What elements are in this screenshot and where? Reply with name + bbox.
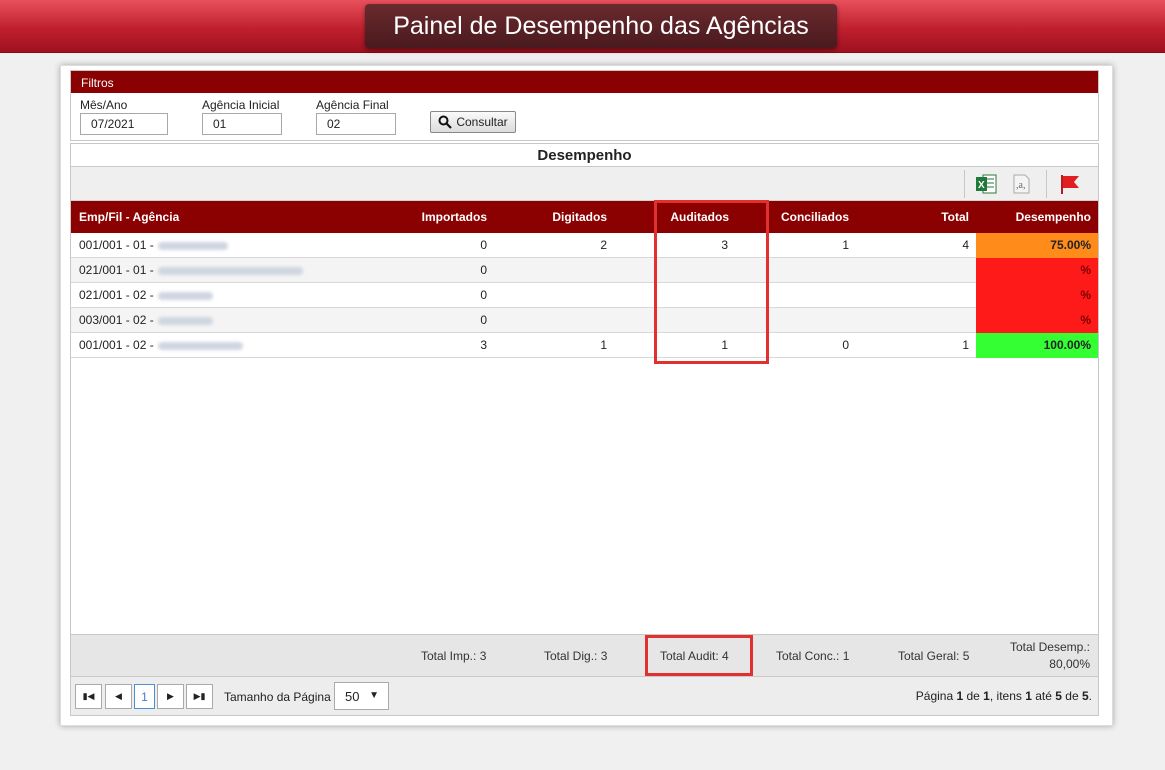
next-page-icon[interactable]: ▶ [157, 684, 184, 709]
mes-ano-input[interactable] [80, 113, 168, 135]
cell-total [901, 283, 969, 308]
cell-conciliados [761, 308, 849, 333]
agencia-final-input[interactable] [316, 113, 396, 135]
table-row[interactable]: 001/001 - 01 - 0 2 3 1 4 75.00% [71, 233, 1098, 258]
cell-total: 1 [962, 338, 969, 352]
main-panel: Filtros Mês/Ano Agência Inicial Agência … [60, 65, 1113, 726]
svg-text:,a,: ,a, [1016, 180, 1025, 191]
redacted-text [157, 291, 213, 300]
totals-row: Total Imp.: 3 Total Dig.: 3 Total Audit:… [71, 634, 1098, 676]
first-page-icon[interactable]: ▮◀ [75, 684, 102, 709]
total-desempenho-value: 80,00% [1049, 657, 1090, 671]
auditados-highlight-box [654, 200, 769, 364]
cell-conciliados: 0 [842, 338, 849, 352]
table-row[interactable]: 021/001 - 01 - 0 % [71, 258, 1098, 283]
page-size-label: Tamanho da Página [224, 690, 331, 704]
cell-agencia: 003/001 - 02 - [79, 308, 213, 333]
cell-importados: 0 [480, 238, 487, 252]
cell-importados: 0 [480, 263, 487, 277]
cell-desempenho: % [976, 258, 1098, 283]
redacted-text [157, 266, 303, 275]
redacted-text [157, 316, 213, 325]
col-desempenho-header[interactable]: Desempenho [976, 201, 1091, 233]
agencia-final-label: Agência Final [316, 98, 389, 112]
cell-agencia: 001/001 - 01 - [79, 233, 228, 258]
cell-total [901, 258, 969, 283]
cell-digitados [531, 308, 607, 333]
cell-digitados: 2 [600, 238, 607, 252]
cell-importados: 0 [480, 313, 487, 327]
redacted-text [157, 341, 243, 350]
cell-desempenho: % [976, 283, 1098, 308]
total-importados: Total Imp.: 3 [421, 649, 487, 663]
current-page-button[interactable]: 1 [134, 684, 155, 709]
flag-icon[interactable] [1059, 172, 1083, 196]
cell-importados: 3 [480, 338, 487, 352]
cell-total: 4 [962, 238, 969, 252]
mes-ano-label: Mês/Ano [80, 98, 128, 112]
cell-conciliados [761, 283, 849, 308]
filters-section: Filtros Mês/Ano Agência Inicial Agência … [70, 70, 1099, 141]
cell-agencia: 021/001 - 02 - [79, 283, 213, 308]
search-icon [438, 115, 453, 129]
chevron-down-icon: ▼ [369, 690, 379, 701]
col-total-header[interactable]: Total [901, 201, 969, 233]
table-row[interactable]: 021/001 - 02 - 0 % [71, 283, 1098, 308]
cell-digitados [531, 283, 607, 308]
cell-desempenho: 100.00% [976, 333, 1098, 358]
consultar-label: Consultar [456, 115, 508, 129]
cell-total [901, 308, 969, 333]
desempenho-grid: Desempenho X ,a, Emp/Fil - Agência Impor… [70, 143, 1099, 716]
filters-header: Filtros [71, 71, 1098, 93]
col-digitados-header[interactable]: Digitados [531, 201, 607, 233]
cell-agencia: 021/001 - 01 - [79, 258, 303, 283]
pagination-info: Página 1 de 1, itens 1 até 5 de 5. [915, 689, 1092, 703]
cell-conciliados: 1 [842, 238, 849, 252]
page-size-select[interactable]: 50 ▼ [334, 682, 389, 710]
excel-export-icon[interactable]: X [974, 172, 998, 196]
cell-agencia: 001/001 - 02 - [79, 333, 243, 358]
pager-bar: ▮◀ ◀ 1 ▶ ▶▮ Tamanho da Página 50 ▼ Págin… [71, 676, 1098, 715]
grid-toolbar: X ,a, [71, 167, 1098, 201]
toolbar-divider [964, 170, 965, 198]
total-conciliados: Total Conc.: 1 [776, 649, 850, 663]
total-desempenho-label: Total Desemp.: [1009, 640, 1090, 654]
total-digitados: Total Dig.: 3 [544, 649, 608, 663]
agencia-inicial-label: Agência Inicial [202, 98, 280, 112]
agencia-inicial-input[interactable] [202, 113, 282, 135]
cell-desempenho: 75.00% [976, 233, 1098, 258]
table-row[interactable]: 001/001 - 02 - 3 1 1 0 1 100.00% [71, 333, 1098, 358]
last-page-icon[interactable]: ▶▮ [186, 684, 213, 709]
text-export-icon[interactable]: ,a, [1009, 172, 1033, 196]
col-importados-header[interactable]: Importados [401, 201, 487, 233]
col-agencia-header[interactable]: Emp/Fil - Agência [79, 201, 179, 233]
cell-digitados [531, 258, 607, 283]
page-title: Painel de Desempenho das Agências [365, 4, 837, 48]
cell-desempenho: % [976, 308, 1098, 333]
redacted-text [157, 241, 228, 250]
page-size-value: 50 [345, 689, 360, 704]
prev-page-icon[interactable]: ◀ [105, 684, 132, 709]
cell-importados: 0 [480, 288, 487, 302]
grid-title: Desempenho [71, 144, 1098, 167]
toolbar-divider [1046, 170, 1047, 198]
consultar-button[interactable]: Consultar [430, 111, 516, 133]
table-row[interactable]: 003/001 - 02 - 0 % [71, 308, 1098, 333]
cell-digitados: 1 [600, 338, 607, 352]
top-bar: Painel de Desempenho das Agências [0, 0, 1165, 53]
total-geral: Total Geral: 5 [898, 649, 970, 663]
total-audit-highlight-box [645, 635, 753, 676]
cell-conciliados [761, 258, 849, 283]
svg-text:X: X [978, 180, 985, 191]
col-conciliados-header[interactable]: Conciliados [761, 201, 849, 233]
table-header: Emp/Fil - Agência Importados Digitados A… [71, 201, 1098, 233]
